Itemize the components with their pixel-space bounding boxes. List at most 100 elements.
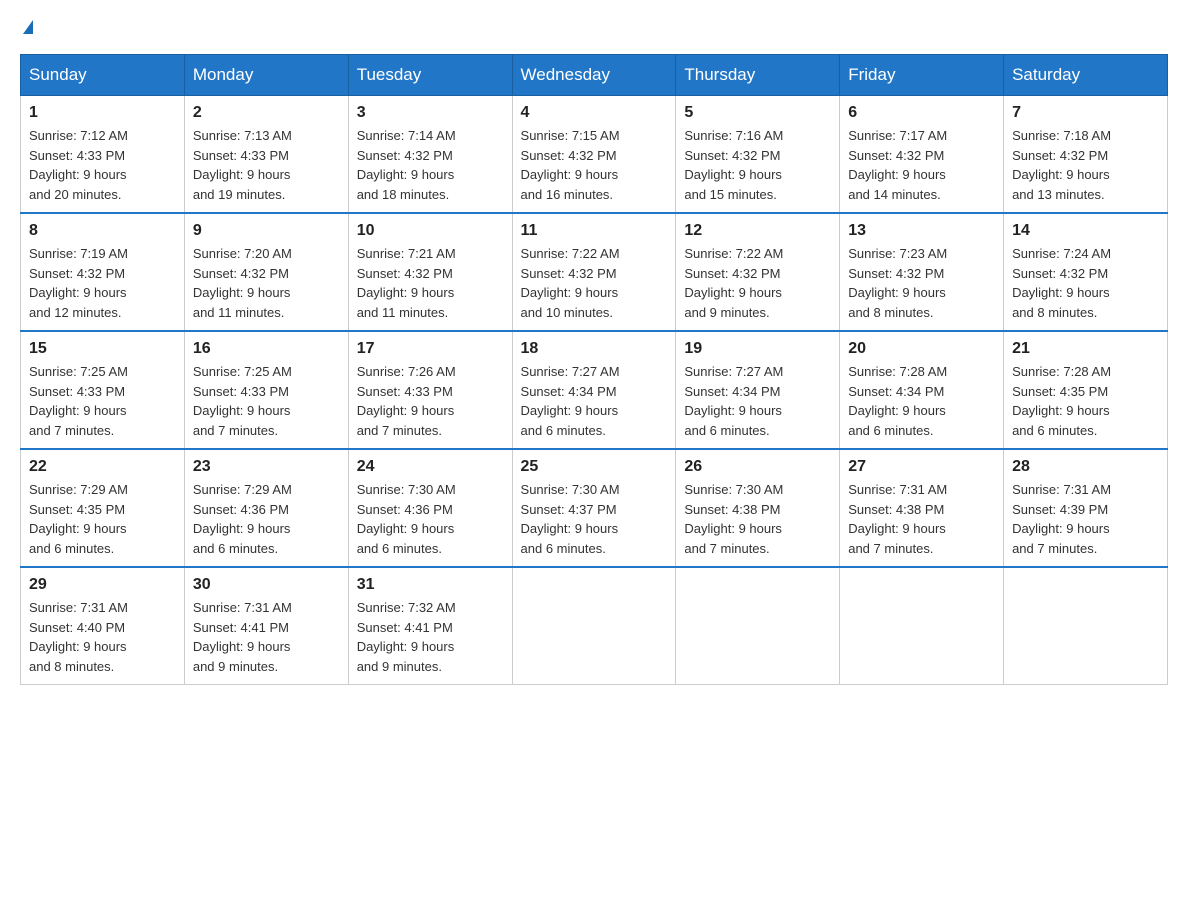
day-number: 31 <box>357 576 504 594</box>
day-info: Sunrise: 7:17 AMSunset: 4:32 PMDaylight:… <box>848 126 995 204</box>
day-info: Sunrise: 7:30 AMSunset: 4:38 PMDaylight:… <box>684 480 831 558</box>
day-cell: 13 Sunrise: 7:23 AMSunset: 4:32 PMDayligh… <box>840 213 1004 331</box>
column-header-thursday: Thursday <box>676 55 840 96</box>
day-number: 29 <box>29 576 176 594</box>
day-info: Sunrise: 7:28 AMSunset: 4:35 PMDaylight:… <box>1012 362 1159 440</box>
day-info: Sunrise: 7:31 AMSunset: 4:41 PMDaylight:… <box>193 598 340 676</box>
day-cell: 18 Sunrise: 7:27 AMSunset: 4:34 PMDayligh… <box>512 331 676 449</box>
day-number: 15 <box>29 340 176 358</box>
day-number: 7 <box>1012 104 1159 122</box>
page-header <box>20 20 1168 34</box>
day-cell: 15 Sunrise: 7:25 AMSunset: 4:33 PMDayligh… <box>21 331 185 449</box>
day-number: 17 <box>357 340 504 358</box>
column-header-saturday: Saturday <box>1004 55 1168 96</box>
logo-general-line <box>20 20 33 34</box>
day-cell: 9 Sunrise: 7:20 AMSunset: 4:32 PMDaylight… <box>184 213 348 331</box>
day-number: 18 <box>521 340 668 358</box>
day-cell: 26Sunrise: 7:30 AMSunset: 4:38 PMDayligh… <box>676 449 840 567</box>
day-number: 28 <box>1012 458 1159 476</box>
day-number: 27 <box>848 458 995 476</box>
day-cell: 17Sunrise: 7:26 AMSunset: 4:33 PMDayligh… <box>348 331 512 449</box>
day-info: Sunrise: 7:31 AMSunset: 4:40 PMDaylight:… <box>29 598 176 676</box>
day-info: Sunrise: 7:18 AMSunset: 4:32 PMDaylight:… <box>1012 126 1159 204</box>
day-cell: 10 Sunrise: 7:21 AMSunset: 4:32 PMDayligh… <box>348 213 512 331</box>
day-info: Sunrise: 7:32 AMSunset: 4:41 PMDaylight:… <box>357 598 504 676</box>
day-cell: 7 Sunrise: 7:18 AMSunset: 4:32 PMDaylight… <box>1004 96 1168 214</box>
day-info: Sunrise: 7:29 AMSunset: 4:35 PMDaylight:… <box>29 480 176 558</box>
column-header-friday: Friday <box>840 55 1004 96</box>
day-number: 25 <box>521 458 668 476</box>
week-row-5: 29 Sunrise: 7:31 AMSunset: 4:40 PMDayligh… <box>21 567 1168 685</box>
day-cell: 16 Sunrise: 7:25 AMSunset: 4:33 PMDayligh… <box>184 331 348 449</box>
day-info: Sunrise: 7:29 AMSunset: 4:36 PMDaylight:… <box>193 480 340 558</box>
column-header-sunday: Sunday <box>21 55 185 96</box>
column-header-tuesday: Tuesday <box>348 55 512 96</box>
day-number: 14 <box>1012 222 1159 240</box>
week-row-2: 8 Sunrise: 7:19 AMSunset: 4:32 PMDaylight… <box>21 213 1168 331</box>
day-info: Sunrise: 7:28 AMSunset: 4:34 PMDaylight:… <box>848 362 995 440</box>
day-cell: 30 Sunrise: 7:31 AMSunset: 4:41 PMDayligh… <box>184 567 348 685</box>
day-cell: 1Sunrise: 7:12 AMSunset: 4:33 PMDaylight… <box>21 96 185 214</box>
day-info: Sunrise: 7:25 AMSunset: 4:33 PMDaylight:… <box>193 362 340 440</box>
day-info: Sunrise: 7:19 AMSunset: 4:32 PMDaylight:… <box>29 244 176 322</box>
day-info: Sunrise: 7:22 AMSunset: 4:32 PMDaylight:… <box>684 244 831 322</box>
week-row-3: 15 Sunrise: 7:25 AMSunset: 4:33 PMDayligh… <box>21 331 1168 449</box>
day-cell: 21 Sunrise: 7:28 AMSunset: 4:35 PMDayligh… <box>1004 331 1168 449</box>
day-cell: 12Sunrise: 7:22 AMSunset: 4:32 PMDayligh… <box>676 213 840 331</box>
day-number: 10 <box>357 222 504 240</box>
day-cell: 20 Sunrise: 7:28 AMSunset: 4:34 PMDayligh… <box>840 331 1004 449</box>
day-cell: 4Sunrise: 7:15 AMSunset: 4:32 PMDaylight… <box>512 96 676 214</box>
calendar-header-row: SundayMondayTuesdayWednesdayThursdayFrid… <box>21 55 1168 96</box>
day-number: 19 <box>684 340 831 358</box>
week-row-4: 22 Sunrise: 7:29 AMSunset: 4:35 PMDayligh… <box>21 449 1168 567</box>
day-number: 3 <box>357 104 504 122</box>
day-cell: 24Sunrise: 7:30 AMSunset: 4:36 PMDayligh… <box>348 449 512 567</box>
day-number: 30 <box>193 576 340 594</box>
day-number: 22 <box>29 458 176 476</box>
day-cell: 27 Sunrise: 7:31 AMSunset: 4:38 PMDayligh… <box>840 449 1004 567</box>
calendar-table: SundayMondayTuesdayWednesdayThursdayFrid… <box>20 54 1168 685</box>
day-number: 21 <box>1012 340 1159 358</box>
day-cell <box>840 567 1004 685</box>
day-number: 23 <box>193 458 340 476</box>
day-number: 8 <box>29 222 176 240</box>
day-number: 1 <box>29 104 176 122</box>
day-info: Sunrise: 7:13 AMSunset: 4:33 PMDaylight:… <box>193 126 340 204</box>
day-number: 5 <box>684 104 831 122</box>
column-header-monday: Monday <box>184 55 348 96</box>
day-number: 6 <box>848 104 995 122</box>
day-number: 16 <box>193 340 340 358</box>
day-cell: 8 Sunrise: 7:19 AMSunset: 4:32 PMDaylight… <box>21 213 185 331</box>
day-number: 2 <box>193 104 340 122</box>
day-number: 9 <box>193 222 340 240</box>
day-info: Sunrise: 7:27 AMSunset: 4:34 PMDaylight:… <box>684 362 831 440</box>
day-cell: 2 Sunrise: 7:13 AMSunset: 4:33 PMDaylight… <box>184 96 348 214</box>
day-cell: 3 Sunrise: 7:14 AMSunset: 4:32 PMDaylight… <box>348 96 512 214</box>
day-info: Sunrise: 7:30 AMSunset: 4:36 PMDaylight:… <box>357 480 504 558</box>
day-cell <box>676 567 840 685</box>
day-cell: 31 Sunrise: 7:32 AMSunset: 4:41 PMDayligh… <box>348 567 512 685</box>
day-number: 13 <box>848 222 995 240</box>
day-info: Sunrise: 7:25 AMSunset: 4:33 PMDaylight:… <box>29 362 176 440</box>
day-number: 20 <box>848 340 995 358</box>
day-info: Sunrise: 7:31 AMSunset: 4:38 PMDaylight:… <box>848 480 995 558</box>
day-info: Sunrise: 7:31 AMSunset: 4:39 PMDaylight:… <box>1012 480 1159 558</box>
day-info: Sunrise: 7:22 AMSunset: 4:32 PMDaylight:… <box>521 244 668 322</box>
day-cell <box>1004 567 1168 685</box>
day-info: Sunrise: 7:24 AMSunset: 4:32 PMDaylight:… <box>1012 244 1159 322</box>
day-cell: 23 Sunrise: 7:29 AMSunset: 4:36 PMDayligh… <box>184 449 348 567</box>
day-number: 4 <box>521 104 668 122</box>
day-info: Sunrise: 7:23 AMSunset: 4:32 PMDaylight:… <box>848 244 995 322</box>
day-info: Sunrise: 7:20 AMSunset: 4:32 PMDaylight:… <box>193 244 340 322</box>
day-info: Sunrise: 7:14 AMSunset: 4:32 PMDaylight:… <box>357 126 504 204</box>
day-cell: 28 Sunrise: 7:31 AMSunset: 4:39 PMDayligh… <box>1004 449 1168 567</box>
day-info: Sunrise: 7:27 AMSunset: 4:34 PMDaylight:… <box>521 362 668 440</box>
day-cell: 22 Sunrise: 7:29 AMSunset: 4:35 PMDayligh… <box>21 449 185 567</box>
day-cell: 14 Sunrise: 7:24 AMSunset: 4:32 PMDayligh… <box>1004 213 1168 331</box>
day-cell: 29 Sunrise: 7:31 AMSunset: 4:40 PMDayligh… <box>21 567 185 685</box>
day-cell: 11Sunrise: 7:22 AMSunset: 4:32 PMDayligh… <box>512 213 676 331</box>
logo-triangle-icon <box>23 20 33 34</box>
day-info: Sunrise: 7:21 AMSunset: 4:32 PMDaylight:… <box>357 244 504 322</box>
day-cell: 6 Sunrise: 7:17 AMSunset: 4:32 PMDaylight… <box>840 96 1004 214</box>
day-cell: 5Sunrise: 7:16 AMSunset: 4:32 PMDaylight… <box>676 96 840 214</box>
